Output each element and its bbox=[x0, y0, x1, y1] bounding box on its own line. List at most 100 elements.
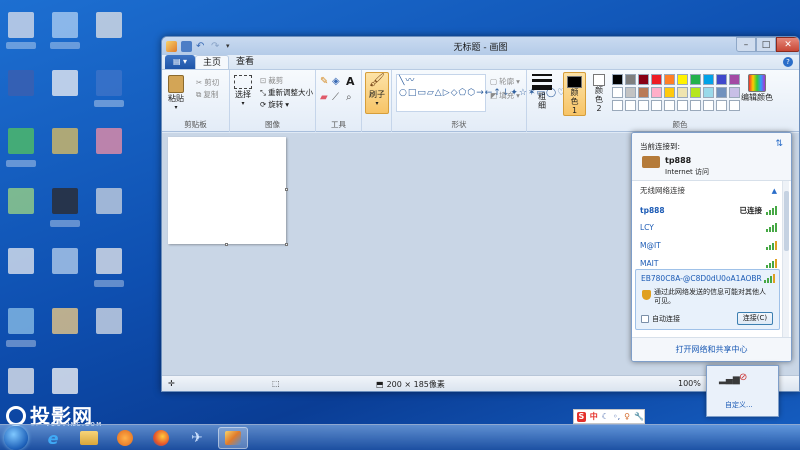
network-item[interactable]: MAIT bbox=[640, 259, 777, 268]
desktop-icon[interactable] bbox=[8, 368, 34, 394]
magnifier-icon[interactable]: ⌕ bbox=[346, 92, 352, 103]
wrench-icon[interactable]: 🔧 bbox=[634, 412, 644, 421]
palette-swatch[interactable] bbox=[625, 87, 636, 98]
punctuation-icon[interactable]: ◦, bbox=[613, 412, 620, 421]
pencil-icon[interactable]: ✎ bbox=[320, 76, 328, 87]
copy-button[interactable]: ⧉ 复制 bbox=[196, 89, 218, 100]
auto-connect-checkbox[interactable]: 自动连接 bbox=[641, 314, 680, 324]
palette-swatch[interactable] bbox=[690, 74, 701, 85]
desktop-icon[interactable] bbox=[52, 188, 78, 214]
palette-swatch[interactable] bbox=[677, 87, 688, 98]
palette-swatch[interactable] bbox=[664, 87, 675, 98]
edit-colors-button[interactable]: 编辑颜色 bbox=[741, 74, 773, 103]
palette-swatch[interactable] bbox=[716, 100, 727, 111]
palette-swatch[interactable] bbox=[716, 87, 727, 98]
palette-swatch[interactable] bbox=[690, 100, 701, 111]
resize-handle-right[interactable] bbox=[285, 188, 288, 191]
palette-swatch[interactable] bbox=[703, 100, 714, 111]
desktop-icon[interactable] bbox=[96, 308, 122, 334]
customize-link[interactable]: 自定义... bbox=[725, 400, 753, 410]
desktop-icon[interactable] bbox=[52, 70, 78, 96]
palette-swatch[interactable] bbox=[729, 100, 740, 111]
shapes-gallery[interactable]: ╲〰○□▭▱△▷◇⬠⬡→←↑↓✦☆✶▭◯♡⚡ bbox=[396, 74, 573, 112]
size-button[interactable]: 粗细 bbox=[532, 74, 552, 110]
resize-handle-bottom[interactable] bbox=[225, 243, 228, 246]
file-explorer-icon[interactable] bbox=[74, 427, 104, 449]
palette-swatch[interactable] bbox=[638, 87, 649, 98]
palette-swatch[interactable] bbox=[638, 100, 649, 111]
color1-button[interactable]: 颜色 1 bbox=[563, 72, 586, 116]
media-player-icon[interactable] bbox=[110, 427, 140, 449]
desktop-icon[interactable] bbox=[96, 12, 122, 38]
tab-view[interactable]: 查看 bbox=[229, 55, 261, 69]
resize-button[interactable]: ⤡ 重新调整大小 bbox=[260, 87, 313, 98]
palette-swatch[interactable] bbox=[664, 100, 675, 111]
title-bar[interactable]: ↶ ↷ ▾ 无标题 - 画图 – □ ✕ bbox=[162, 37, 799, 55]
palette-swatch[interactable] bbox=[651, 74, 662, 85]
desktop-icon[interactable] bbox=[8, 128, 34, 154]
palette-swatch[interactable] bbox=[690, 87, 701, 98]
palette-swatch[interactable] bbox=[612, 100, 623, 111]
palette-swatch[interactable] bbox=[716, 74, 727, 85]
network-tray-icon[interactable]: ▂▄▆ bbox=[719, 375, 740, 385]
palette-swatch[interactable] bbox=[703, 74, 714, 85]
palette-swatch[interactable] bbox=[625, 100, 636, 111]
palette-swatch[interactable] bbox=[651, 100, 662, 111]
desktop-icon[interactable] bbox=[52, 368, 78, 394]
selected-network-panel[interactable]: EB780C8A-@C8D0dU0oA1AOBR 通过此网络发送的信息可能对其他… bbox=[635, 269, 780, 330]
palette-swatch[interactable] bbox=[677, 74, 688, 85]
outline-button[interactable]: ▢ 轮廓 ▾ bbox=[490, 76, 520, 87]
close-button[interactable]: ✕ bbox=[776, 37, 799, 52]
color-picker-icon[interactable]: ⟋ bbox=[332, 92, 339, 103]
fill-button[interactable]: ◩ 填充 ▾ bbox=[490, 90, 520, 101]
text-tool-icon[interactable]: A bbox=[346, 75, 355, 88]
help-icon[interactable]: ? bbox=[783, 57, 793, 67]
volume-muted-icon[interactable]: ⊘ bbox=[739, 372, 747, 383]
desktop-icon[interactable] bbox=[8, 308, 34, 334]
minimize-button[interactable]: – bbox=[736, 37, 756, 52]
tab-home[interactable]: 主页 bbox=[195, 55, 230, 69]
palette-swatch[interactable] bbox=[729, 74, 740, 85]
desktop-icon[interactable] bbox=[96, 128, 122, 154]
desktop-icon[interactable] bbox=[8, 248, 34, 274]
desktop-icon[interactable] bbox=[8, 12, 34, 38]
flyout-scrollbar[interactable] bbox=[782, 181, 789, 339]
ime-language-label[interactable]: 中 bbox=[590, 411, 598, 422]
desktop-icon[interactable] bbox=[96, 248, 122, 274]
fill-bucket-icon[interactable]: ◈ bbox=[332, 76, 340, 87]
drawing-canvas[interactable] bbox=[168, 137, 286, 244]
rotate-button[interactable]: ⟳ 旋转 ▾ bbox=[260, 99, 289, 110]
desktop-icon[interactable] bbox=[52, 308, 78, 334]
bird-app-icon[interactable]: ✈ bbox=[182, 427, 212, 449]
file-menu-button[interactable]: ▤ ▾ bbox=[165, 55, 195, 69]
refresh-icon[interactable]: ⇅ bbox=[775, 139, 783, 149]
desktop-icon[interactable] bbox=[96, 70, 122, 96]
eraser-icon[interactable]: ▰ bbox=[320, 92, 328, 103]
palette-swatch[interactable] bbox=[677, 100, 688, 111]
brush-button[interactable]: 🖌 刷子 ▾ bbox=[365, 72, 389, 114]
palette-swatch[interactable] bbox=[729, 87, 740, 98]
palette-swatch[interactable] bbox=[703, 87, 714, 98]
start-button[interactable] bbox=[4, 426, 28, 450]
desktop-icon[interactable] bbox=[52, 12, 78, 38]
palette-swatch[interactable] bbox=[625, 74, 636, 85]
cut-button[interactable]: ✂ 剪切 bbox=[196, 77, 219, 88]
ie-browser-icon[interactable]: e bbox=[38, 427, 68, 449]
wireless-section-header[interactable]: 无线网络连接 ▲ bbox=[640, 185, 777, 196]
color2-button[interactable]: 颜色 2 bbox=[589, 74, 609, 113]
palette-swatch[interactable] bbox=[612, 74, 623, 85]
connect-button[interactable]: 连接(C) bbox=[737, 312, 773, 325]
firefox-icon[interactable] bbox=[146, 427, 176, 449]
palette-swatch[interactable] bbox=[664, 74, 675, 85]
network-item[interactable]: LCY bbox=[640, 223, 777, 232]
palette-swatch[interactable] bbox=[612, 87, 623, 98]
crop-button[interactable]: ⊡ 裁剪 bbox=[260, 75, 283, 86]
network-sharing-center-link[interactable]: 打开网络和共享中心 bbox=[632, 337, 791, 361]
palette-swatch[interactable] bbox=[638, 74, 649, 85]
desktop-icon[interactable] bbox=[8, 188, 34, 214]
desktop-icon[interactable] bbox=[96, 188, 122, 214]
network-item[interactable]: M@IT bbox=[640, 241, 777, 250]
desktop-icon[interactable] bbox=[52, 128, 78, 154]
moon-icon[interactable]: ☾ bbox=[602, 412, 609, 421]
palette-swatch[interactable] bbox=[651, 87, 662, 98]
